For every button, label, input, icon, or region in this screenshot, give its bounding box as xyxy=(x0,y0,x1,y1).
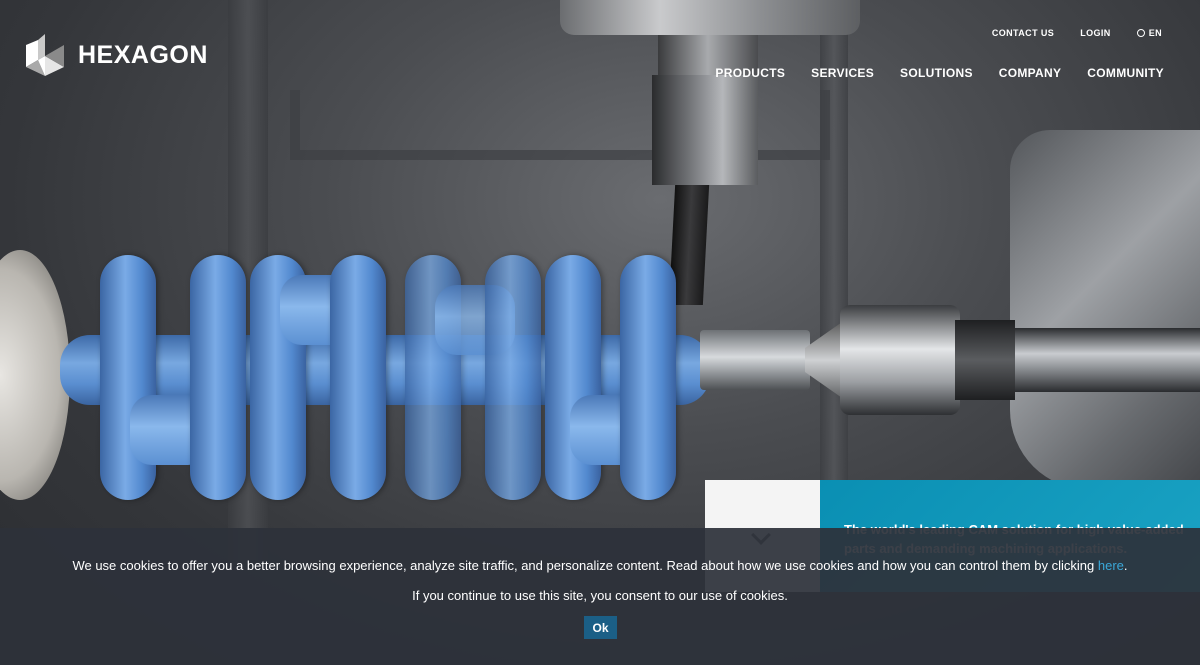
cookie-ok-button[interactable]: Ok xyxy=(584,616,617,639)
nav-solutions[interactable]: SOLUTIONS xyxy=(900,66,973,80)
tailstock-rod xyxy=(1015,328,1200,392)
globe-icon xyxy=(1136,29,1145,37)
tailstock-body xyxy=(840,305,960,415)
nav-company[interactable]: COMPANY xyxy=(999,66,1062,80)
tool-holder xyxy=(652,75,758,185)
main-nav: PRODUCTS SERVICES SOLUTIONS COMPANY COMM… xyxy=(715,66,1164,80)
crankshaft xyxy=(60,255,710,500)
cookie-text-end: . xyxy=(1123,558,1128,573)
cookie-message: We use cookies to offer you a better bro… xyxy=(0,558,1200,573)
machine-frame-right xyxy=(820,0,848,560)
crank-web xyxy=(620,255,676,500)
nav-community[interactable]: COMMUNITY xyxy=(1087,66,1164,80)
contact-us-link[interactable]: CONTACT US xyxy=(992,28,1054,38)
crank-web xyxy=(485,255,541,500)
machined-shaft-end xyxy=(700,330,810,390)
cookie-banner: We use cookies to offer you a better bro… xyxy=(0,528,1200,665)
login-link[interactable]: LOGIN xyxy=(1080,28,1111,38)
nav-products[interactable]: PRODUCTS xyxy=(715,66,785,80)
cookie-consent-text: If you continue to use this site, you co… xyxy=(412,588,788,603)
cookie-text: We use cookies to offer you a better bro… xyxy=(72,558,1098,573)
brand-name: HEXAGON xyxy=(78,40,208,69)
site-logo[interactable]: HEXAGON xyxy=(22,32,208,78)
language-selector[interactable]: EN xyxy=(1136,28,1162,38)
hexagon-logo-icon xyxy=(26,34,64,76)
chuck-fixture xyxy=(1010,130,1200,490)
crank-web xyxy=(330,255,386,500)
cookie-policy-link[interactable]: here xyxy=(1098,558,1124,573)
nav-services[interactable]: SERVICES xyxy=(811,66,874,80)
spindle-head xyxy=(560,0,860,35)
language-label: EN xyxy=(1148,28,1162,38)
crank-web xyxy=(190,255,246,500)
utility-nav: CONTACT US LOGIN EN xyxy=(992,28,1162,38)
tailstock-collar xyxy=(955,320,1015,400)
